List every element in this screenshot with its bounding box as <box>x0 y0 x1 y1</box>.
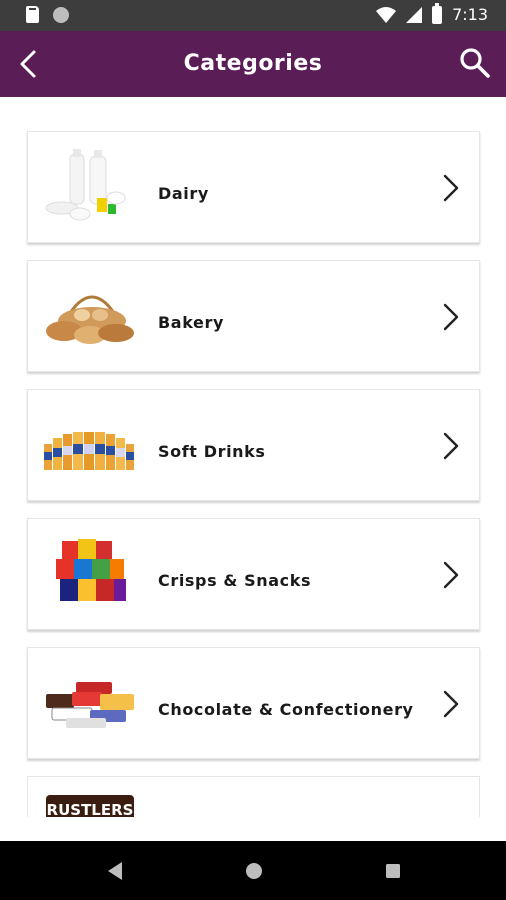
battery-icon <box>432 2 443 24</box>
chevron-right-icon <box>443 432 459 460</box>
category-label: Soft Drinks <box>158 442 266 461</box>
back-nav-icon[interactable] <box>102 858 128 884</box>
bakery-image <box>46 295 134 344</box>
signal-icon <box>406 6 423 23</box>
chevron-right-icon <box>443 690 459 718</box>
soft-drinks-image <box>44 432 134 470</box>
category-label: Chocolate & Confectionery <box>158 700 414 719</box>
circle-icon <box>53 6 69 23</box>
category-card-soft-drinks[interactable]: Soft Drinks <box>27 389 480 501</box>
home-nav-icon[interactable] <box>241 858 267 884</box>
category-label: Bakery <box>158 313 224 332</box>
search-icon[interactable] <box>458 46 492 80</box>
crisps-snacks-image <box>56 539 126 601</box>
category-card-bakery[interactable]: Bakery <box>27 260 480 372</box>
chevron-right-icon <box>443 174 459 202</box>
category-label: Dairy <box>158 184 209 203</box>
clock: 7:13 <box>452 5 488 24</box>
category-card-partial[interactable]: RUSTLERS <box>27 776 480 831</box>
category-label: Crisps & Snacks <box>158 571 312 590</box>
category-card-crisps-snacks[interactable]: Crisps & Snacks <box>27 518 480 630</box>
recents-nav-icon[interactable] <box>380 858 406 884</box>
category-list: Dairy Bakery Soft Drinks Crisps & Snacks… <box>27 131 480 835</box>
chevron-right-icon <box>443 561 459 589</box>
dairy-image <box>45 149 126 221</box>
category-card-dairy[interactable]: Dairy <box>27 131 480 243</box>
sd-card-icon <box>26 6 39 23</box>
page-title: Categories <box>183 51 323 76</box>
status-bar: 7:13 <box>0 0 506 31</box>
category-card-chocolate-confectionery[interactable]: Chocolate & Confectionery <box>27 647 480 759</box>
content-bottom-spacer <box>0 817 506 841</box>
navigation-bar <box>0 841 506 900</box>
wifi-icon <box>376 6 397 23</box>
chevron-right-icon <box>443 303 459 331</box>
chocolate-image <box>46 682 134 728</box>
app-bar: Categories <box>0 31 506 97</box>
